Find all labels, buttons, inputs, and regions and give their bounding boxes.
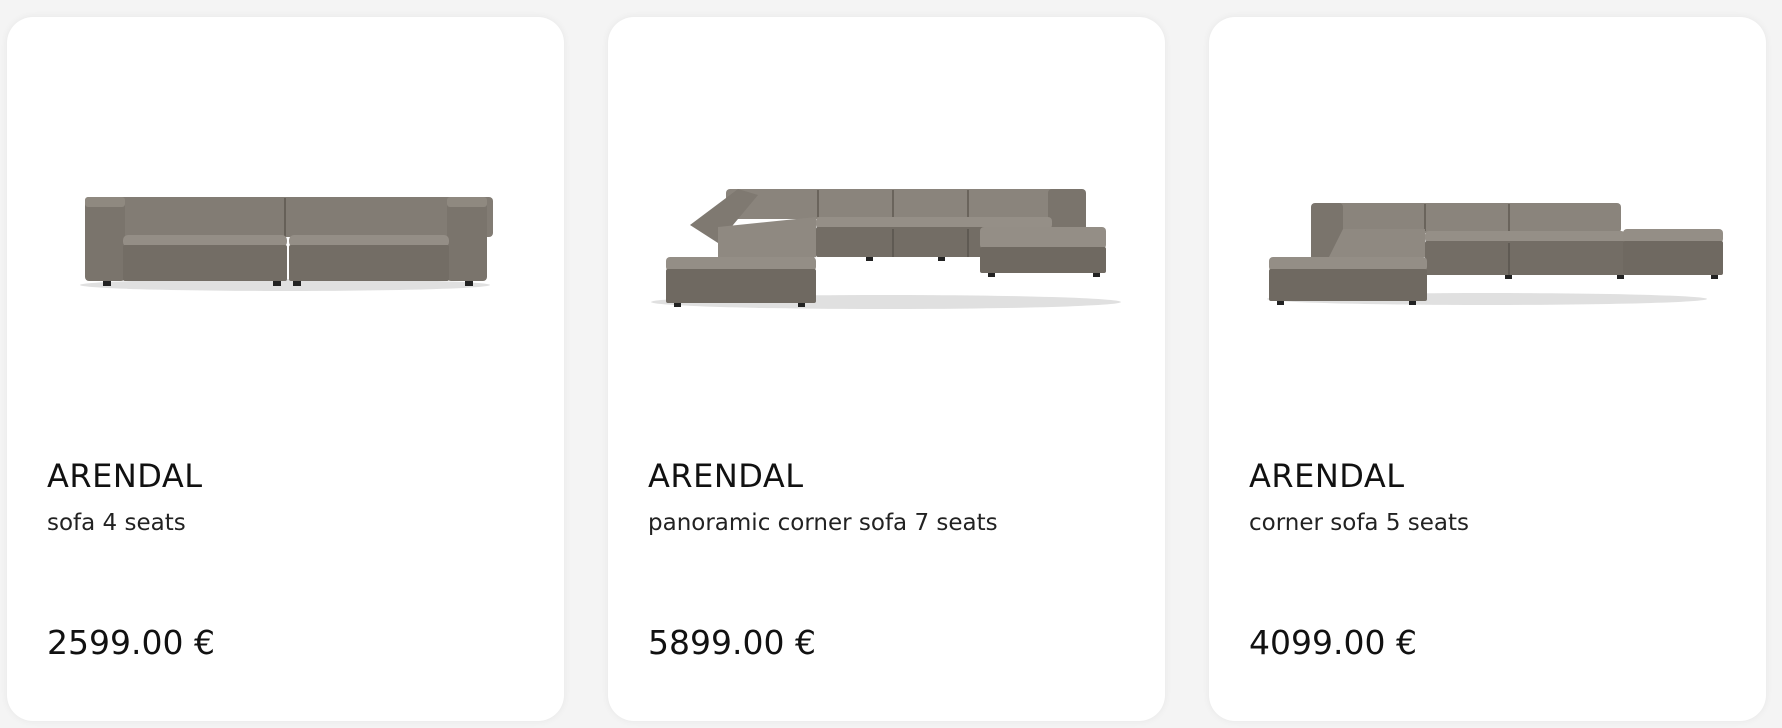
- corner-sofa-image: [1267, 203, 1723, 305]
- product-grid: ARENDAL sofa 4 seats 2599.00 € ARENDAL p…: [0, 0, 1782, 728]
- product-image[interactable]: [1209, 17, 1766, 397]
- product-card[interactable]: ARENDAL sofa 4 seats 2599.00 €: [7, 17, 564, 721]
- product-image[interactable]: [7, 17, 564, 397]
- product-card[interactable]: ARENDAL panoramic corner sofa 7 seats 58…: [608, 17, 1165, 721]
- product-brand: ARENDAL: [47, 457, 203, 495]
- product-price: 4099.00 €: [1249, 623, 1417, 662]
- panoramic-corner-sofa-image: [651, 189, 1121, 309]
- product-brand: ARENDAL: [648, 457, 804, 495]
- product-model: sofa 4 seats: [47, 510, 186, 536]
- product-model: corner sofa 5 seats: [1249, 510, 1469, 536]
- product-price: 2599.00 €: [47, 623, 215, 662]
- straight-sofa-image: [80, 197, 493, 291]
- product-price: 5899.00 €: [648, 623, 816, 662]
- product-model: panoramic corner sofa 7 seats: [648, 510, 998, 536]
- product-brand: ARENDAL: [1249, 457, 1405, 495]
- product-card[interactable]: ARENDAL corner sofa 5 seats 4099.00 €: [1209, 17, 1766, 721]
- product-image[interactable]: [608, 17, 1165, 397]
